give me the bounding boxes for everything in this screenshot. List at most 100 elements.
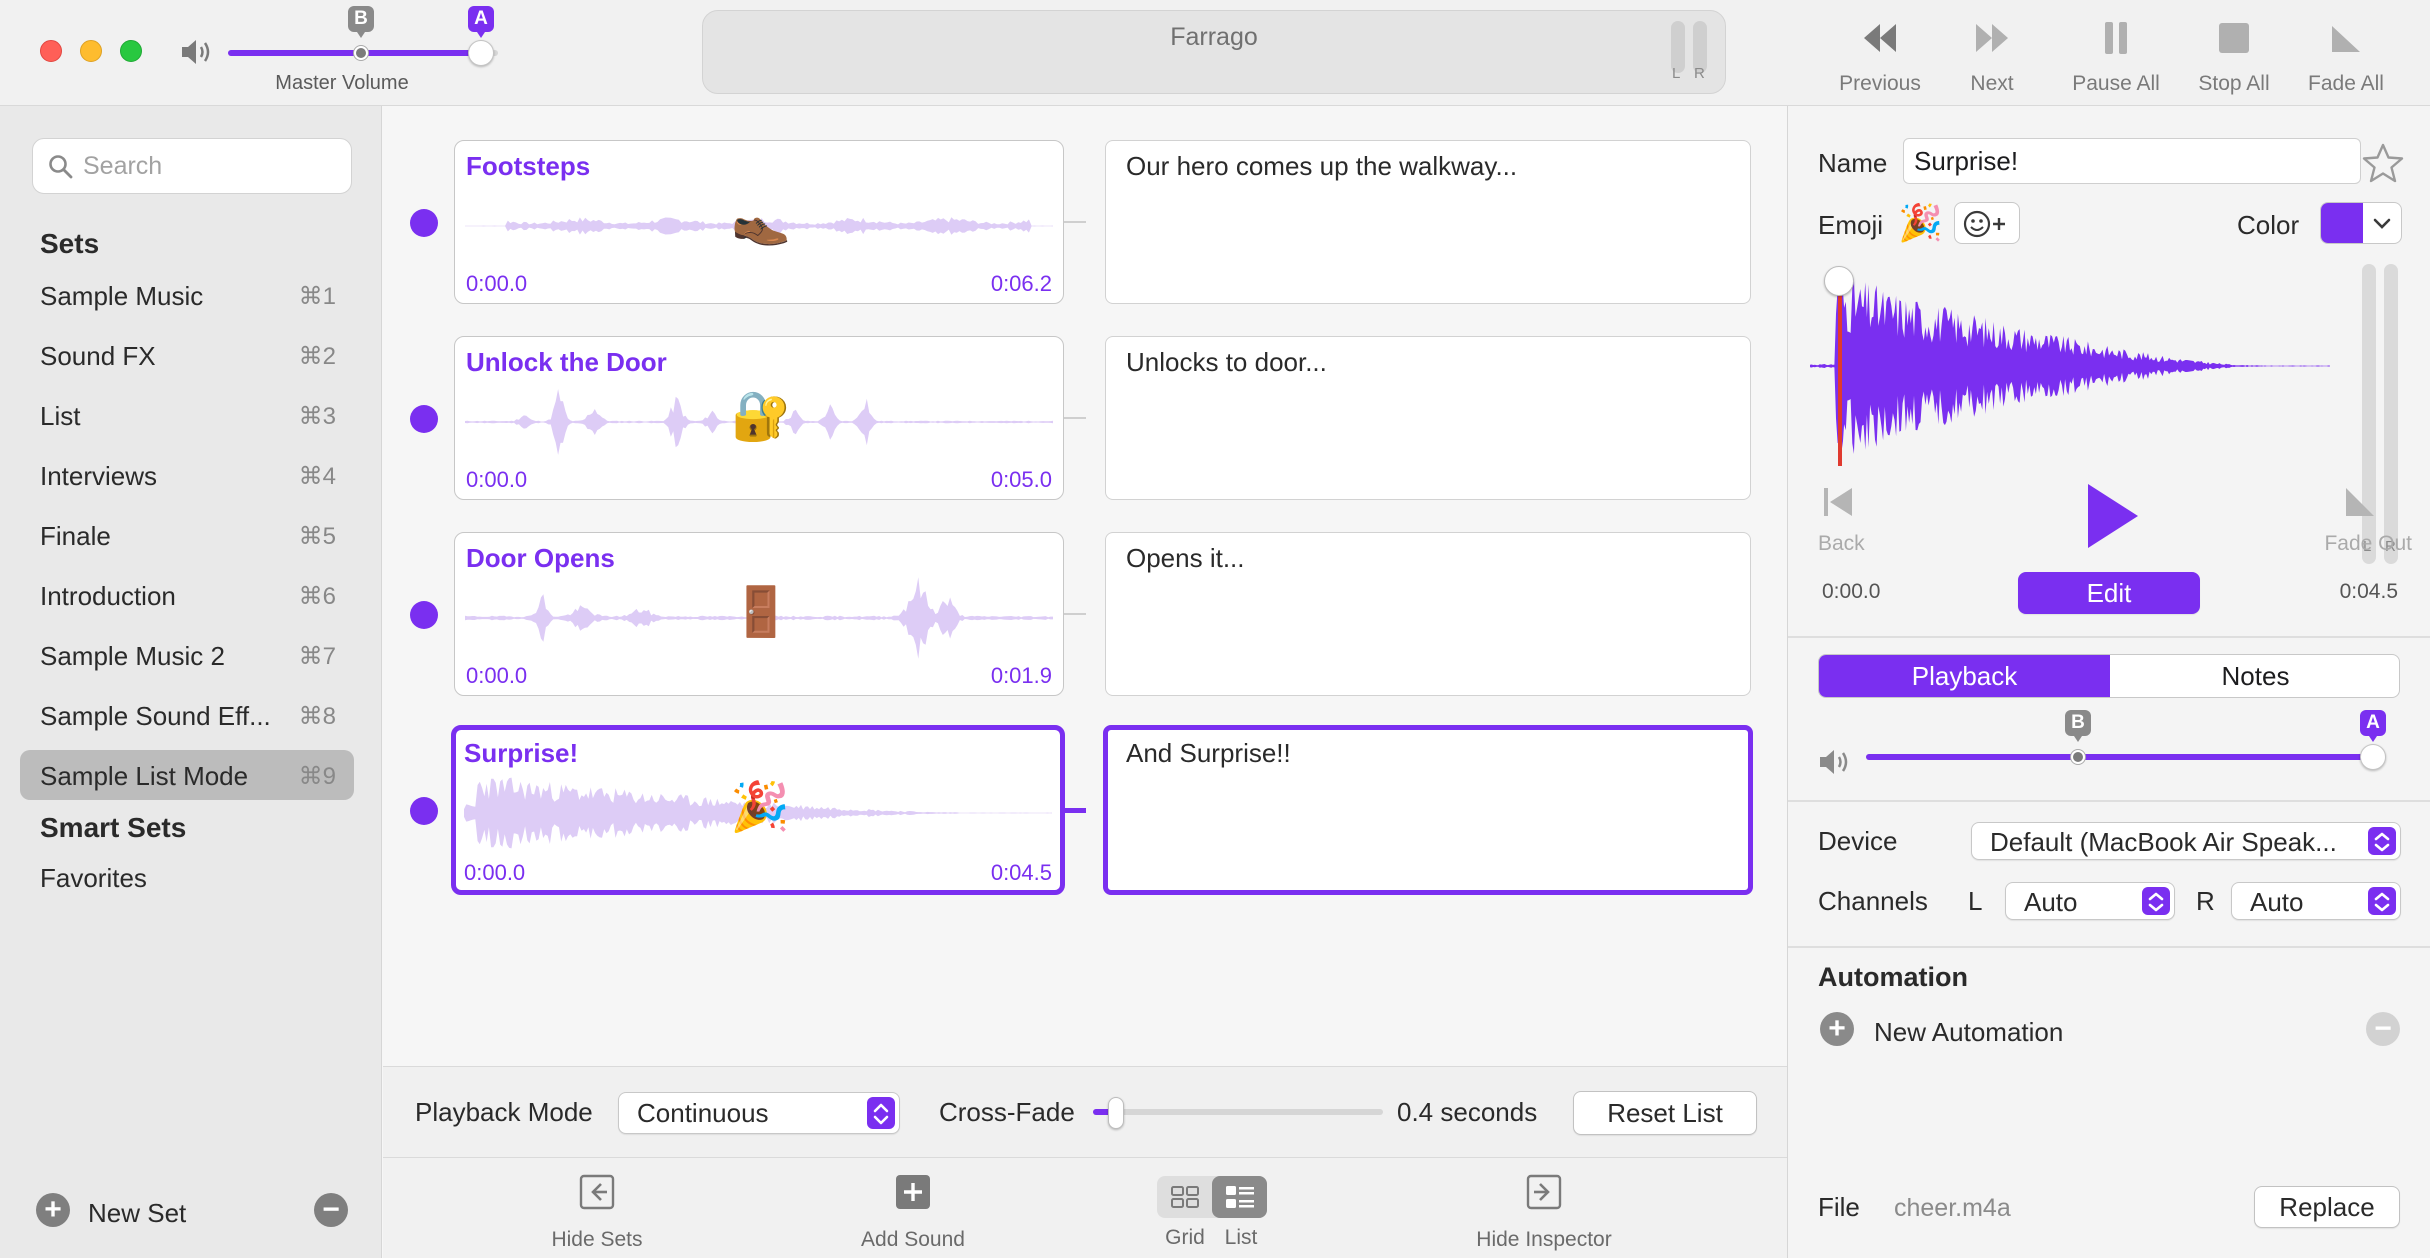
master-meter-right-label: R (1694, 65, 1705, 82)
row-connector (1064, 613, 1086, 615)
sidebar-item-sample-sound-effects[interactable]: Sample Sound Eff... ⌘8 (20, 690, 354, 740)
reset-list-button[interactable]: Reset List (1573, 1091, 1757, 1135)
color-label: Color (2237, 210, 2300, 240)
search-input[interactable] (83, 147, 343, 185)
sound-end-time: 0:05.0 (990, 467, 1052, 492)
fade-all-label: Fade All (2308, 72, 2384, 95)
hide-sets-button[interactable]: Hide Sets (537, 1168, 657, 1254)
sidebar-item-label: Sample Music (40, 281, 204, 311)
channel-right-select[interactable]: Auto (2231, 882, 2401, 920)
color-picker-button[interactable] (2320, 202, 2402, 244)
chevron-up-down-icon (2142, 887, 2170, 915)
name-input[interactable] (1903, 138, 2361, 184)
chevron-down-icon (2373, 218, 2391, 229)
add-sound-button[interactable]: Add Sound (843, 1168, 983, 1254)
back-label: Back (1818, 532, 1865, 555)
new-set-button[interactable]: + New Set (36, 1193, 236, 1233)
fast-forward-icon (1976, 24, 2008, 52)
list-view-button[interactable] (1212, 1176, 1267, 1218)
playhead-knob[interactable] (1824, 266, 1854, 296)
device-select[interactable]: Default (MacBook Air Speak... (1971, 822, 2401, 860)
sidebar-item-introduction[interactable]: Introduction ⌘6 (20, 570, 354, 620)
search-field[interactable] (32, 138, 352, 194)
sound-tile-door-opens[interactable]: Door Opens 🚪 0:00.0 0:01.9 (454, 532, 1064, 696)
channel-left-select[interactable]: Auto (2005, 882, 2175, 920)
sound-tile-unlock-the-door[interactable]: Unlock the Door 🔐 0:00.0 0:05.0 (454, 336, 1064, 500)
sound-tile-footsteps[interactable]: Footsteps 👞 0:00.0 0:06.2 (454, 140, 1064, 304)
play-indicator-dot[interactable] (410, 601, 438, 629)
sidebar-item-sample-list-mode[interactable]: Sample List Mode ⌘9 (20, 750, 354, 800)
tab-playback[interactable]: Playback (1819, 655, 2110, 697)
channel-right-label: R (2196, 886, 2215, 916)
sidebar-item-shortcut: ⌘6 (298, 583, 336, 610)
sidebar-item-label: Sound FX (40, 341, 156, 371)
play-icon[interactable] (2078, 476, 2144, 556)
crossfade-knob[interactable] (1108, 1097, 1124, 1129)
channel-right-value: Auto (2250, 887, 2304, 917)
playback-mode-value: Continuous (637, 1098, 769, 1128)
sound-note-text: Unlocks to door... (1126, 347, 1327, 377)
sidebar-item-list[interactable]: List ⌘3 (20, 390, 354, 440)
remove-automation-button[interactable]: − (2366, 1012, 2400, 1046)
sidebar-item-finale[interactable]: Finale ⌘5 (20, 510, 354, 560)
replace-file-button[interactable]: Replace (2254, 1186, 2400, 1228)
fade-all-button[interactable]: Fade All (2286, 10, 2406, 100)
sidebar-item-label: Sample Music 2 (40, 641, 225, 671)
sidebar-item-sample-music-2[interactable]: Sample Music 2 ⌘7 (20, 630, 354, 680)
automation-heading: Automation (1818, 962, 1968, 992)
close-window-button[interactable] (40, 40, 62, 62)
playback-mode-select[interactable]: Continuous (618, 1092, 900, 1134)
hide-inspector-button[interactable]: Hide Inspector (1449, 1168, 1639, 1254)
inspector-waveform[interactable] (1810, 266, 2330, 466)
grid-view-button[interactable] (1157, 1176, 1212, 1218)
sidebar-item-interviews[interactable]: Interviews ⌘4 (20, 450, 354, 500)
sound-note-text: Our hero comes up the walkway... (1126, 151, 1518, 181)
stop-all-label: Stop All (2198, 72, 2270, 95)
play-indicator-dot[interactable] (410, 797, 438, 825)
next-button[interactable]: Next (1932, 10, 2052, 100)
sound-note-card[interactable]: Unlocks to door... (1105, 336, 1751, 500)
master-volume-b-badge: B (348, 6, 374, 38)
speaker-icon (1820, 750, 1848, 774)
sound-volume-slider[interactable]: B A (1866, 710, 2386, 778)
playhead-line (1838, 286, 1842, 466)
choose-emoji-button[interactable] (1954, 202, 2020, 244)
play-indicator-dot[interactable] (410, 209, 438, 237)
master-volume-slider[interactable]: B A (228, 6, 498, 70)
sound-note-card[interactable]: Our hero comes up the walkway... (1105, 140, 1751, 304)
pause-all-button[interactable]: Pause All (2056, 10, 2176, 100)
play-indicator-dot[interactable] (410, 405, 438, 433)
sound-note-card[interactable]: Opens it... (1105, 532, 1751, 696)
name-label: Name (1818, 148, 1888, 178)
fade-out-button[interactable]: Fade Out (2308, 476, 2418, 556)
pause-all-label: Pause All (2072, 72, 2160, 95)
sound-tile-surprise[interactable]: Surprise! 🎉 0:00.0 0:04.5 (451, 725, 1065, 895)
inspector-end-time: 0:04.5 (2339, 580, 2398, 603)
sound-volume-knob[interactable] (2360, 744, 2386, 770)
remove-set-button[interactable]: − (314, 1193, 348, 1227)
edit-button[interactable]: Edit (2018, 572, 2200, 614)
now-playing-display: Farrago L R (702, 10, 1726, 94)
new-automation-button[interactable]: + New Automation (1820, 1012, 2220, 1052)
new-automation-label: New Automation (1874, 1017, 2064, 1047)
sidebar-item-sample-music[interactable]: Sample Music ⌘1 (20, 270, 354, 320)
minimize-window-button[interactable] (80, 40, 102, 62)
previous-button[interactable]: Previous (1820, 10, 1940, 100)
stop-all-button[interactable]: Stop All (2174, 10, 2294, 100)
sidebar-item-shortcut: ⌘3 (298, 403, 336, 430)
back-button[interactable]: Back (1818, 476, 1898, 556)
bottom-toolbar: Hide Sets Add Sound Grid List Hide Inspe… (383, 1158, 1787, 1258)
favorite-star-icon[interactable] (2361, 142, 2405, 184)
stop-icon (2219, 23, 2249, 53)
sidebar-item-favorites[interactable]: Favorites (20, 852, 354, 902)
sidebar-item-sound-fx[interactable]: Sound FX ⌘2 (20, 330, 354, 380)
crossfade-slider[interactable] (1093, 1097, 1383, 1129)
master-volume-knob[interactable] (468, 40, 494, 66)
tab-notes[interactable]: Notes (2110, 655, 2399, 697)
sound-volume-b-marker[interactable] (2071, 750, 2085, 764)
zoom-window-button[interactable] (120, 40, 142, 62)
master-volume-b-marker[interactable] (354, 46, 368, 60)
sets-sidebar: Sets Sample Music ⌘1 Sound FX ⌘2 List ⌘3… (0, 106, 382, 1258)
sound-note-card[interactable]: And Surprise!! (1103, 725, 1753, 895)
new-set-label: New Set (88, 1198, 187, 1228)
